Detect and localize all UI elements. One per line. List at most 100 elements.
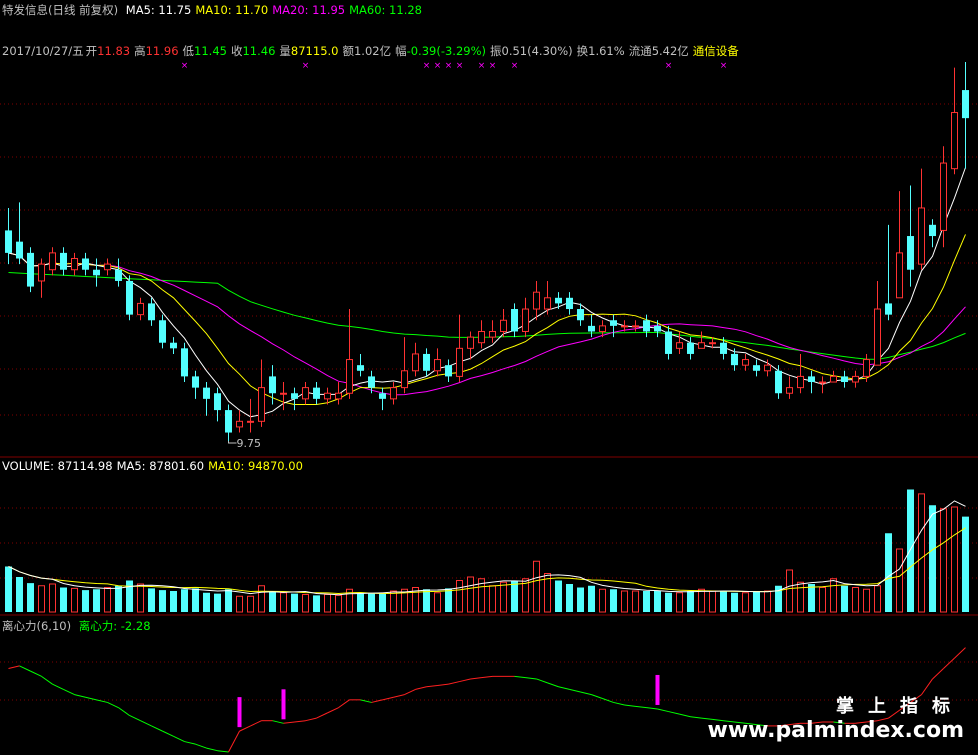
candle-body-up [38, 263, 45, 282]
volume-bar-up [874, 585, 881, 613]
volume-bar-up [830, 578, 837, 613]
candle-body-down [665, 331, 672, 354]
candle-body-up [434, 359, 441, 372]
candle-body-up [500, 319, 507, 332]
candle-body-up [819, 381, 826, 384]
candle-body-down [379, 393, 386, 399]
indicator-segment [448, 681, 460, 685]
candle-body-up [456, 347, 463, 377]
volume-bar-up [863, 588, 870, 613]
volume-bar-up [71, 587, 78, 613]
indicator-segment [459, 678, 471, 683]
volume-bar-up [896, 548, 903, 613]
indicator-signal-bar [281, 689, 286, 720]
indicator-segment [206, 747, 218, 752]
low-marker-line [228, 440, 237, 444]
indicator-segment [305, 717, 317, 722]
candle-body-up [874, 308, 881, 366]
volume-bar-up [467, 576, 474, 613]
volume-ma5-line [8, 500, 966, 596]
volume-bar-up [324, 594, 331, 613]
indicator-segment [8, 665, 20, 670]
volume-bar-up [676, 592, 683, 613]
indicator-segment [668, 711, 680, 715]
watermark-cn: 掌上指标 [836, 696, 964, 717]
candle-body-up [742, 359, 749, 366]
volume-bar-up [621, 590, 628, 613]
indicator-segment [250, 720, 262, 727]
candle-body-down [16, 241, 23, 259]
volume-bar-down [192, 588, 199, 612]
candle-body-down [148, 303, 155, 321]
indicator-segment [96, 699, 108, 703]
candle-body-up [478, 330, 485, 344]
volume-bar-down [720, 591, 727, 612]
volume-bar-down [203, 592, 210, 612]
volume-bar-down [115, 585, 122, 612]
indicator-segment [30, 670, 42, 677]
indicator-segment [613, 701, 625, 706]
candle-body-up [467, 336, 474, 349]
event-marker: × [456, 61, 464, 71]
volume-bar-down [82, 590, 89, 612]
indicator-segment [162, 730, 174, 737]
candle-body-up [544, 297, 551, 310]
indicator-segment [679, 713, 691, 718]
candle-body-down [808, 376, 815, 383]
volume-bar-up [489, 585, 496, 613]
volume-bar-up [764, 590, 771, 613]
indicator-segment [690, 716, 702, 719]
candle-body-down [181, 348, 188, 377]
candle-body-up [632, 325, 639, 328]
volume-bar-down [577, 587, 584, 612]
candle-body-up [951, 112, 958, 170]
candle-body-down [731, 353, 738, 366]
volume-bar-down [181, 589, 188, 612]
candle-body-up [830, 375, 837, 383]
indicator-segment [52, 683, 64, 690]
volume-bar-down [170, 591, 177, 612]
volume-bar-down [291, 593, 298, 612]
volume-bar-down [962, 516, 969, 612]
indicator-signals [237, 674, 660, 728]
candle-body-down [269, 376, 276, 394]
volume-bar-down [731, 592, 738, 612]
volume-bar-up [709, 590, 716, 613]
indicator-segment [118, 707, 130, 716]
candle-body-up [599, 325, 606, 332]
candle-body-down [291, 393, 298, 399]
candle-body-up [346, 359, 353, 394]
indicator-segment [151, 725, 163, 732]
volume-bar-down [687, 591, 694, 612]
volume-bar-down [313, 595, 320, 612]
candle-body-down [962, 90, 969, 119]
candle-body-up [302, 387, 309, 400]
volume-bar-down [269, 591, 276, 612]
volume-bar-up [137, 583, 144, 613]
candle-body-up [896, 252, 903, 299]
volume-bar-down [665, 592, 672, 612]
candle-body-down [687, 342, 694, 354]
indicator-segment [954, 647, 966, 659]
volume-bar-down [841, 585, 848, 612]
event-marker: × [434, 61, 442, 71]
candle-body-up [676, 342, 683, 349]
volume-bar-up [918, 493, 925, 613]
indicator-segment [173, 735, 185, 743]
candle-body-up [390, 387, 397, 400]
candle-body-down [720, 342, 727, 354]
indicator-signal-bar [237, 697, 242, 728]
candle-body-up [764, 364, 771, 372]
indicator-segment [558, 686, 570, 690]
volume-bar-down [368, 593, 375, 612]
volume-bar-down [555, 580, 562, 612]
volume-bar-up [456, 580, 463, 613]
candle-body-down [368, 376, 375, 388]
candle-body-down [357, 365, 364, 371]
candle-body-down [214, 393, 221, 411]
volume-bar-up [38, 585, 45, 613]
event-marker: × [720, 61, 728, 71]
candle-body-down [753, 365, 760, 371]
candle-body-up [786, 387, 793, 394]
indicator-segment [338, 699, 350, 709]
